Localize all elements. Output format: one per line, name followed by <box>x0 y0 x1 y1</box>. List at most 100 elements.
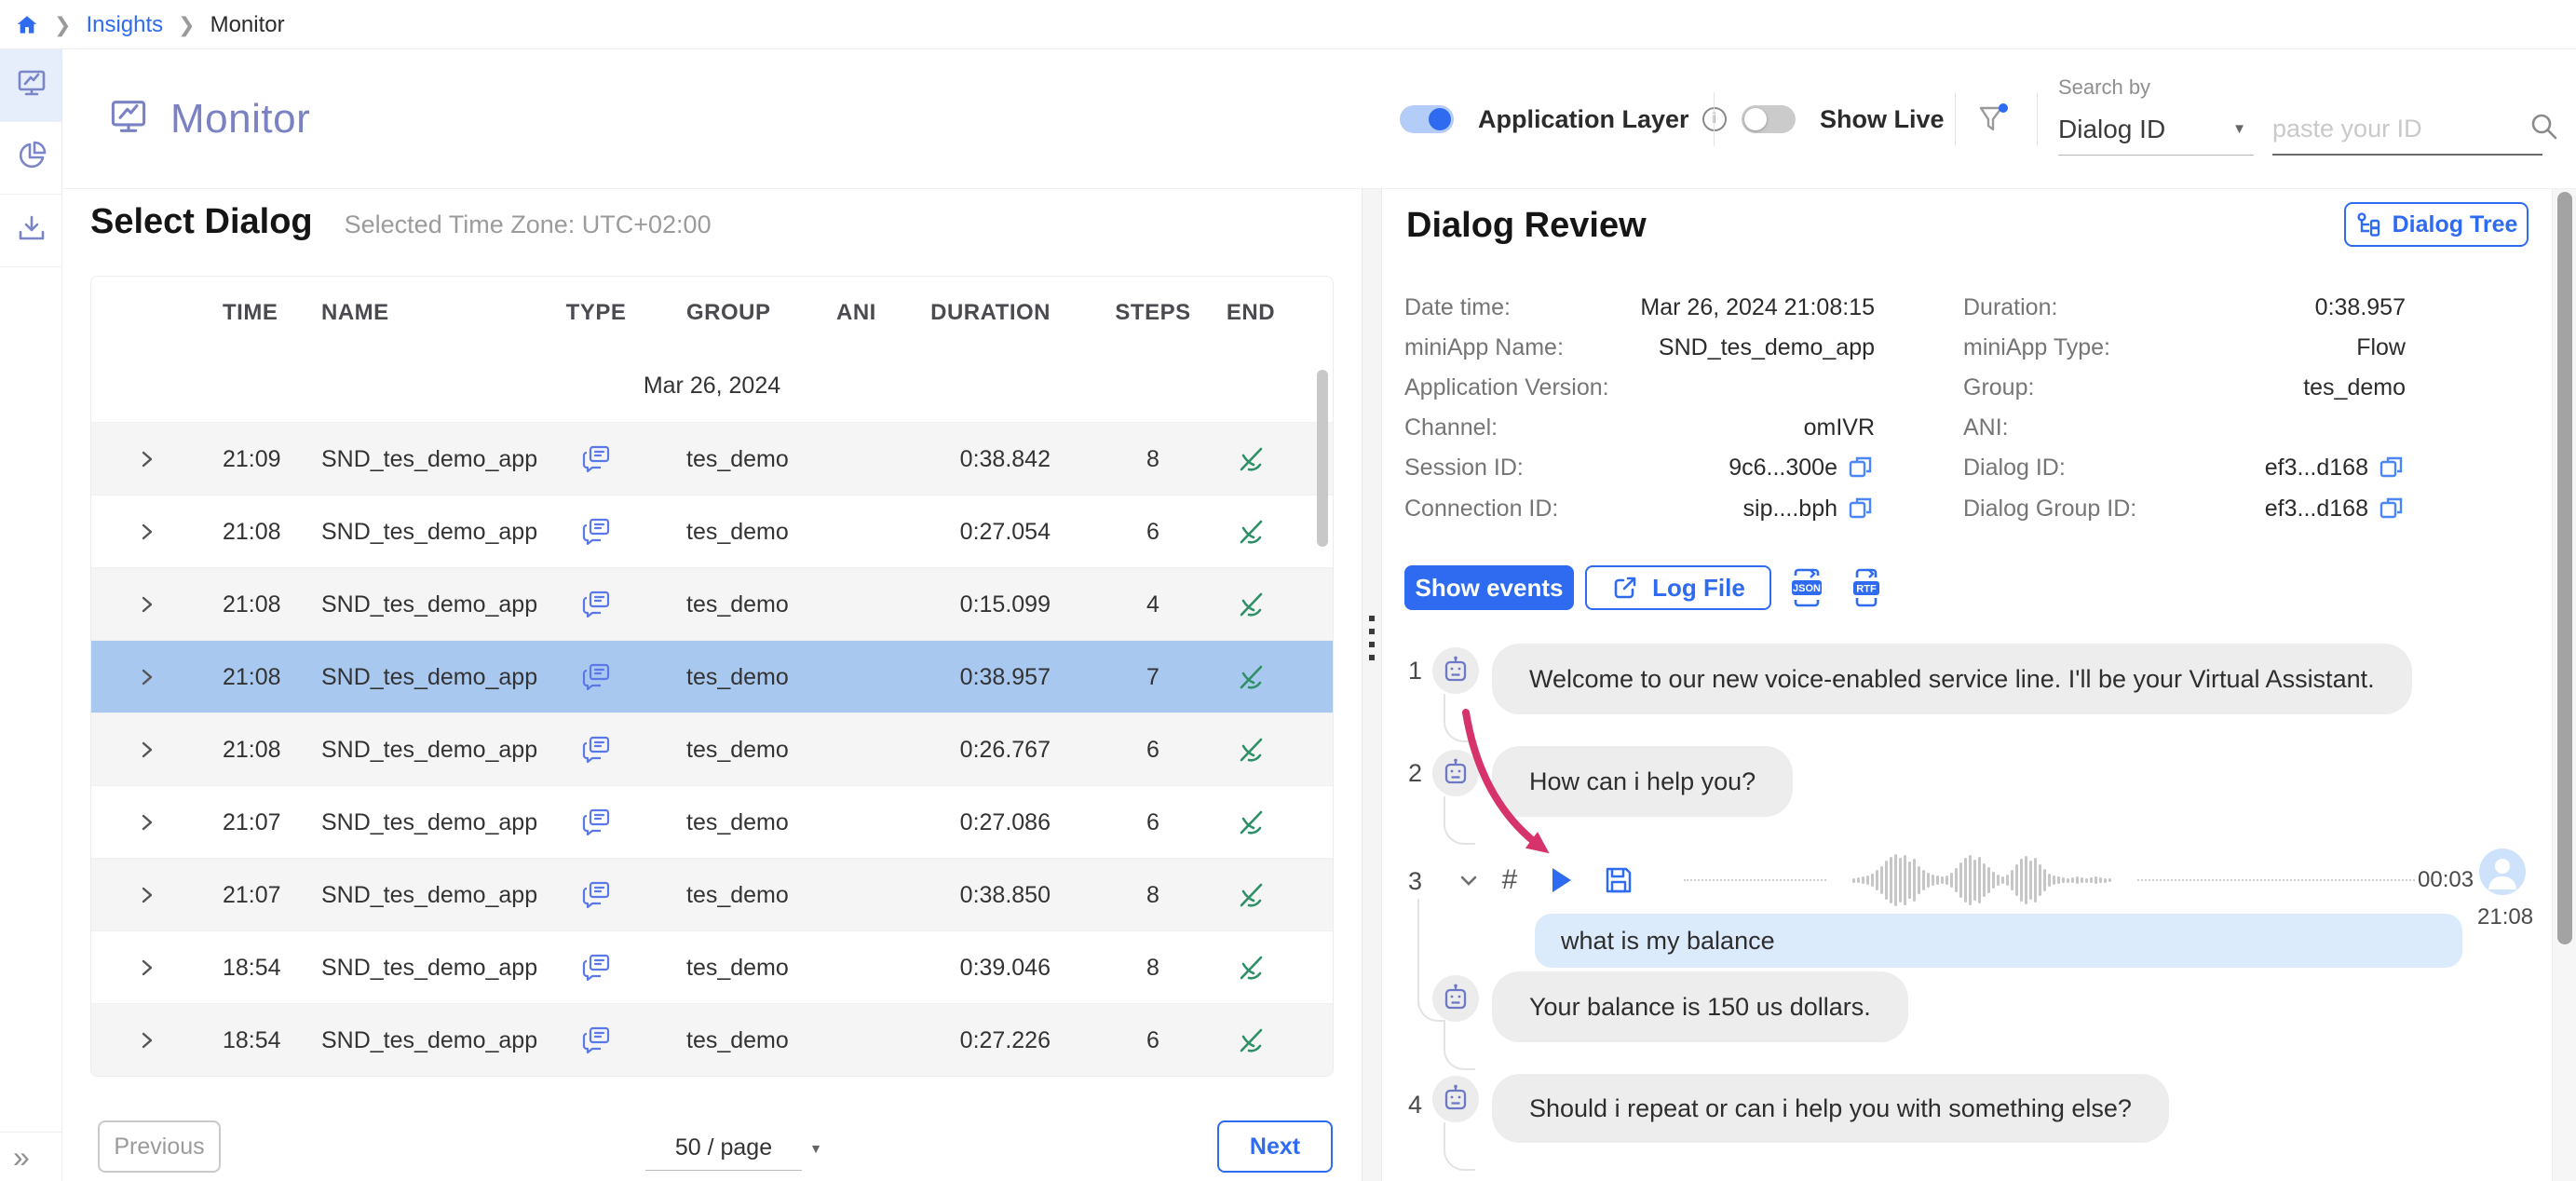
hash-toggle[interactable]: # <box>1494 856 1525 904</box>
copy-icon[interactable] <box>1847 495 1875 523</box>
panel-splitter[interactable] <box>1362 189 1382 1181</box>
row-expand-icon[interactable] <box>130 568 162 641</box>
row-expand-icon[interactable] <box>130 713 162 786</box>
scrollbar-thumb[interactable] <box>2557 192 2572 944</box>
col-name: NAME <box>321 300 389 325</box>
table-row[interactable]: 21:08 SND_tes_demo_app tes_demo 0:27.054 6 <box>91 495 1333 567</box>
show-live-control: Show Live <box>1742 49 1945 189</box>
copy-icon[interactable] <box>2378 454 2406 482</box>
dialog-tree-button[interactable]: Dialog Tree <box>2344 202 2529 247</box>
row-expand-icon[interactable] <box>130 1004 162 1076</box>
sidebar-item-reports[interactable] <box>0 122 62 195</box>
breadcrumb: ❯ Insights ❯ Monitor <box>15 0 285 49</box>
audio-message-row: # 00:03 21:08 <box>1404 848 2552 930</box>
field-value: SND_tes_demo_app <box>1658 333 1875 360</box>
sidebar-item-monitor[interactable] <box>0 49 62 122</box>
show-live-toggle[interactable] <box>1742 105 1796 133</box>
audio-waveform[interactable] <box>1828 850 2135 910</box>
field-row: Group: tes_demo <box>1963 372 2406 403</box>
bot-message-bubble: Your balance is 150 us dollars. <box>1492 971 1908 1042</box>
cell-ani <box>836 641 902 713</box>
field-label: Application Version: <box>1404 373 1609 400</box>
page-size-select[interactable]: 50 / page ▼ <box>645 1126 822 1171</box>
breadcrumb-bar: ❯ Insights ❯ Monitor <box>0 0 2576 49</box>
field-value: Mar 26, 2024 21:08:15 <box>1640 293 1875 320</box>
field-label: Session ID: <box>1404 454 1524 481</box>
log-file-button[interactable]: Log File <box>1585 565 1771 610</box>
row-expand-icon[interactable] <box>130 931 162 1004</box>
table-row[interactable]: 21:08 SND_tes_demo_app tes_demo 0:38.957 7 <box>91 640 1333 713</box>
divider <box>1714 92 1715 146</box>
cell-time: 21:08 <box>223 518 281 545</box>
save-audio-button[interactable] <box>1598 856 1639 904</box>
cell-time: 21:08 <box>223 590 281 618</box>
search-type-select[interactable]: Dialog ID ▼ <box>2058 103 2254 156</box>
cell-name: SND_tes_demo_app <box>321 663 538 690</box>
row-expand-icon[interactable] <box>130 786 162 859</box>
home-icon[interactable] <box>15 13 39 37</box>
field-label: Group: <box>1963 373 2035 400</box>
divider <box>2037 92 2038 146</box>
cell-steps: 6 <box>1146 808 1159 835</box>
window-scrollbar[interactable] <box>2552 189 2576 1181</box>
play-audio-button[interactable] <box>1540 856 1581 904</box>
sidebar: » <box>0 49 62 1181</box>
cell-time: 21:09 <box>223 445 281 472</box>
table-row[interactable]: 18:54 SND_tes_demo_app tes_demo 0:39.046 8 <box>91 930 1333 1003</box>
content-area: Select Dialog Selected Time Zone: UTC+02… <box>62 189 2576 1181</box>
row-expand-icon[interactable] <box>130 423 162 495</box>
sidebar-collapse-button[interactable]: » <box>0 1132 62 1181</box>
row-expand-icon[interactable] <box>130 859 162 931</box>
cell-duration: 0:27.054 <box>959 518 1051 545</box>
id-search-input[interactable] <box>2272 103 2542 156</box>
field-row: Channel: omIVR <box>1404 412 1875 443</box>
show-events-button[interactable]: Show events <box>1404 565 1574 610</box>
field-row: Dialog Group ID: ef3...d168 <box>1963 493 2406 524</box>
field-label: miniApp Name: <box>1404 333 1564 360</box>
col-duration: DURATION <box>930 300 1051 325</box>
copy-icon[interactable] <box>1847 454 1875 482</box>
cell-ani <box>836 568 902 641</box>
call-end-icon <box>1223 423 1279 495</box>
cell-steps: 8 <box>1146 881 1159 908</box>
collapse-step-chevron-icon[interactable] <box>1453 856 1485 904</box>
cell-duration: 0:15.099 <box>959 590 1051 618</box>
row-expand-icon[interactable] <box>130 495 162 568</box>
cell-duration: 0:38.842 <box>959 445 1051 472</box>
bot-message-bubble: How can i help you? <box>1492 746 1794 817</box>
row-expand-icon[interactable] <box>130 641 162 713</box>
cell-steps: 8 <box>1146 954 1159 981</box>
table-row[interactable]: 21:09 SND_tes_demo_app tes_demo 0:38.842 8 <box>91 422 1333 495</box>
previous-page-button[interactable]: Previous <box>98 1120 221 1173</box>
step-number: 4 <box>1408 1091 1423 1119</box>
breadcrumb-insights[interactable]: Insights <box>86 12 163 38</box>
filter-button[interactable] <box>1973 49 2011 189</box>
cell-name: SND_tes_demo_app <box>321 954 538 981</box>
table-row[interactable]: 18:54 SND_tes_demo_app tes_demo 0:27.226 6 <box>91 1003 1333 1076</box>
table-row[interactable]: 21:08 SND_tes_demo_app tes_demo 0:15.099 4 <box>91 567 1333 640</box>
cell-time: 18:54 <box>223 1026 281 1053</box>
application-layer-toggle[interactable] <box>1400 105 1454 133</box>
table-row[interactable]: 21:07 SND_tes_demo_app tes_demo 0:27.086 6 <box>91 785 1333 858</box>
download-rtf-button[interactable]: RTF <box>1844 565 1889 610</box>
table-scrollbar[interactable] <box>1317 370 1328 547</box>
call-end-icon <box>1223 859 1279 931</box>
robot-icon <box>1444 1084 1467 1110</box>
table-row[interactable]: 21:08 SND_tes_demo_app tes_demo 0:26.767 6 <box>91 713 1333 785</box>
select-caret-icon: ▼ <box>2232 121 2246 137</box>
search-icon[interactable] <box>2529 111 2560 147</box>
col-end: END <box>1226 300 1276 325</box>
monitor-icon <box>15 66 48 104</box>
person-icon <box>2488 859 2516 889</box>
table-row[interactable]: 21:07 SND_tes_demo_app tes_demo 0:38.850 8 <box>91 858 1333 930</box>
sidebar-item-export[interactable] <box>0 195 62 267</box>
cell-name: SND_tes_demo_app <box>321 518 538 545</box>
download-json-button[interactable]: JSON <box>1784 565 1829 610</box>
next-page-button[interactable]: Next <box>1217 1120 1333 1173</box>
bot-message-bubble: Should i repeat or can i help you with s… <box>1492 1074 2169 1143</box>
copy-icon[interactable] <box>2378 495 2406 523</box>
cell-time: 21:07 <box>223 881 281 908</box>
step-number: 2 <box>1408 759 1423 787</box>
dialog-type-icon <box>568 568 624 641</box>
field-label: Connection ID: <box>1404 495 1559 522</box>
